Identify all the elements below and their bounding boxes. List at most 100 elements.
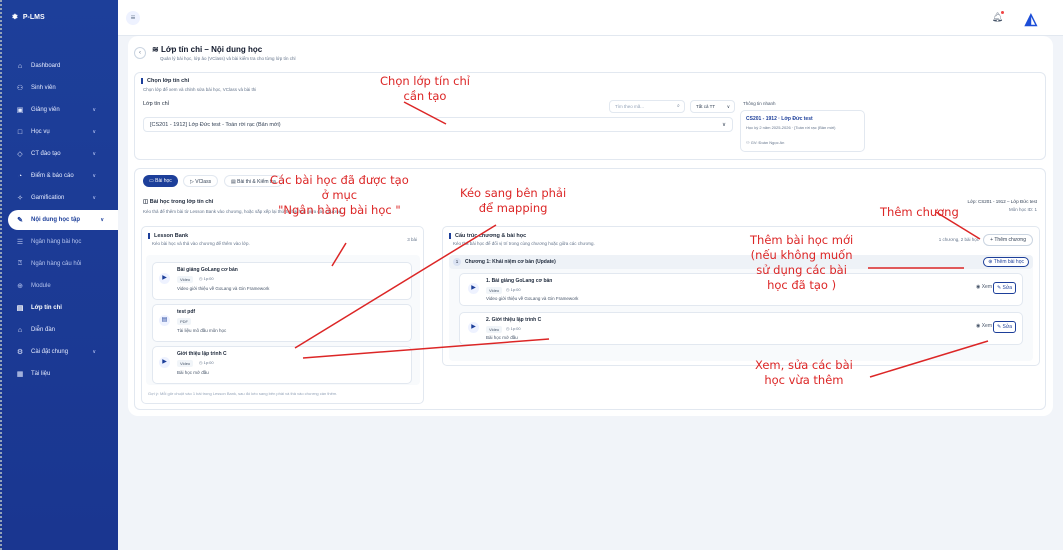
lesson-bank-count: 3 bài: [407, 237, 417, 242]
sidebar-item-module[interactable]: ⊕ Module: [2, 276, 118, 296]
class-select-label: Lớp tín chỉ: [143, 101, 169, 107]
edit-button[interactable]: ✎ Sửa: [992, 282, 1016, 294]
structure-count: 1 chương, 2 bài học: [938, 237, 979, 242]
chapter-structure-panel: Cấu trúc chương & bài học Kéo thả bài họ…: [442, 226, 1040, 366]
chevron-down-icon: ∨: [721, 122, 726, 128]
sidebar-item-gamification[interactable]: ✧ Gamification ∨: [2, 188, 118, 208]
annotation-add-lesson: Thêm bài học mới (nếu không muốn sử dụng…: [750, 233, 854, 292]
search-input[interactable]: Tìm theo mã...: [609, 100, 685, 113]
subject-id: Môn học ID: 1: [1008, 207, 1037, 212]
book-icon: □: [17, 128, 23, 136]
tab-lessons[interactable]: ▭ Bài học: [143, 175, 178, 187]
quick-info-teacher: ⚇ GV: Đoàn Ngọc An: [746, 140, 785, 145]
sidebar-item-grades[interactable]: ◔ Điểm & báo cáo ∨: [2, 166, 118, 186]
home-icon: ⌂: [17, 62, 23, 70]
quick-info-card: CS201 - 1912 · Lớp Đức test Học kỳ 2 năm…: [740, 110, 865, 152]
quick-info-class: CS201 - 1912 · Lớp Đức test: [746, 116, 813, 122]
chapter-title: Chương 1: Khái niệm cơ bản (Update): [465, 259, 556, 265]
clock-icon: ◷ 1p:00: [199, 360, 214, 365]
sidebar-item-learning-content[interactable]: ✎ Nội dung học tập ∨: [8, 210, 118, 230]
pdf-icon: ▤: [159, 315, 170, 326]
logo-icon: ❃: [12, 14, 18, 21]
app-name: P-LMS: [22, 13, 45, 21]
lesson-bank-title: Lesson Bank: [148, 233, 188, 239]
chevron-down-icon: ∨: [92, 195, 96, 201]
bank-lesson-item[interactable]: ▶ Giới thiệu lập trình C Video ◷ 1p:00 B…: [152, 346, 412, 384]
clock-icon: ◷ 1p:00: [506, 287, 521, 292]
quick-info-title: Thông tin nhanh: [743, 101, 776, 106]
annotation-add-chapter: Thêm chương: [880, 205, 959, 219]
app-logo[interactable]: ❃ P-LMS: [2, 0, 118, 34]
topbar: ≡ 🔔︎ ◭: [118, 0, 1063, 36]
sidebar-item-documents[interactable]: ▦ Tài liệu: [2, 364, 118, 384]
gear-icon: ⚙: [16, 349, 24, 356]
page-title: ≋ Lớp tín chỉ – Nội dung học: [152, 45, 263, 54]
sidebar-item-dashboard[interactable]: ⌂ Dashboard: [2, 56, 118, 76]
edit-button[interactable]: ✎ Sửa: [992, 321, 1016, 333]
chapter-block: 1 Chương 1: Khái niệm cơ bản (Update) ⊕ …: [449, 255, 1033, 361]
layers-icon: ≋: [152, 45, 161, 54]
chevron-down-icon: ∨: [92, 129, 96, 135]
class-dropdown[interactable]: [CS201 - 1912] Lớp Đức test - Toán rời r…: [143, 117, 733, 132]
play-icon: ▶: [159, 357, 170, 368]
users-icon: ⚇: [16, 85, 24, 92]
sidebar-item-academic[interactable]: □ Học vụ ∨: [2, 122, 118, 142]
class-select-card: Chọn lớp tín chỉ Chọn lớp để xem và chỉn…: [134, 72, 1046, 160]
add-chapter-button[interactable]: + Thêm chương: [983, 234, 1033, 246]
chevron-down-icon: ∨: [92, 151, 96, 157]
menu-toggle-icon[interactable]: ≡: [126, 11, 140, 25]
back-button[interactable]: ‹: [134, 47, 146, 59]
lessons-section-title: ◫ Bài học trong lớp tín chỉ: [143, 199, 214, 205]
chapter-number: 1: [453, 258, 461, 266]
structure-desc: Kéo thả bài học để đổi vị trí trong cùng…: [453, 241, 595, 246]
book-open-icon: ◫: [143, 199, 150, 205]
sidebar-item-students[interactable]: ⚇ Sinh viên: [2, 78, 118, 98]
view-button[interactable]: ◉ Xem: [976, 323, 992, 329]
bell-icon[interactable]: 🔔︎: [992, 11, 1004, 23]
quick-info-term: Học kỳ 2 năm 2025-2026 · [Toán rời rạc (…: [746, 125, 836, 130]
notification-dot: [1001, 11, 1004, 14]
sidebar-item-curriculum[interactable]: ◇ CT đào tạo ∨: [2, 144, 118, 164]
pen-icon: ✎: [17, 217, 23, 224]
bank-lesson-item[interactable]: ▶ Bài giảng GoLang cơ bản Video ◷ 1p:00 …: [152, 262, 412, 300]
mapped-lesson-item[interactable]: ▶ 2. Giới thiệu lập trình C Video ◷ 1p:0…: [459, 312, 1023, 345]
class-select-title: Chọn lớp tín chỉ: [141, 78, 189, 84]
view-button[interactable]: ◉ Xem: [976, 284, 992, 290]
tab-vclass[interactable]: ▷ VClass: [183, 175, 219, 187]
class-icon: ▤: [16, 305, 24, 312]
forum-icon: ⌂: [17, 326, 23, 334]
bank-lesson-item[interactable]: ▤ test pdf PDF Tài liệu mô đầu môn học: [152, 304, 412, 342]
class-select-desc: Chọn lớp để xem và chỉnh sửa bài học, VC…: [143, 87, 257, 92]
search-icon: ⌕: [677, 103, 680, 109]
annotation-lesson-bank: Các bài học đã được tạo ở mục "Ngân hàng…: [270, 173, 409, 217]
clock-icon: ◷ 1p:00: [199, 276, 214, 281]
status-filter-select[interactable]: Tất cả TT ∨: [690, 100, 735, 113]
chart-icon: ◔: [17, 172, 23, 180]
chevron-down-icon: ∨: [92, 107, 96, 113]
lesson-bank-desc: Kéo bài học và thả vào chương để thêm và…: [152, 241, 250, 246]
chevron-down-icon: ∨: [726, 104, 730, 109]
id-card-icon: ▣: [16, 107, 24, 114]
sidebar-item-teachers[interactable]: ▣ Giảng viên ∨: [2, 100, 118, 120]
document-icon: ▦: [16, 371, 24, 378]
structure-title: Cấu trúc chương & bài học: [449, 233, 526, 239]
sidebar-item-forum[interactable]: ⌂ Diễn đàn: [2, 320, 118, 340]
question-icon: ⍰: [17, 260, 23, 267]
mapped-lesson-item[interactable]: ▶ 1. Bài giảng GoLang cơ bản Video ◷ 1p:…: [459, 273, 1023, 306]
sidebar-item-settings[interactable]: ⚙ Cài đặt chung ∨: [2, 342, 118, 362]
sidebar-item-credit-class[interactable]: ▤ Lớp tín chỉ: [2, 298, 118, 318]
play-icon: ▶: [468, 283, 479, 294]
sparkle-icon: ✧: [17, 195, 23, 202]
brand-logo-icon: ◭: [1024, 11, 1037, 28]
lesson-bank-panel: Lesson Bank Kéo bài học và thả vào chươn…: [141, 226, 424, 404]
sidebar-item-question-bank[interactable]: ⍰ Ngân hàng câu hỏi: [2, 254, 118, 274]
page-subtitle: Quản lý bài học, lớp ảo (VClass) và bài …: [160, 56, 296, 61]
chevron-down-icon: ∨: [92, 349, 96, 355]
lesson-bank-hint: Gợi ý: Mỗi giờ chuột vào 1 bài trong Les…: [148, 391, 338, 396]
sidebar: ❃ P-LMS ⌂ Dashboard ⚇ Sinh viên ▣ Giảng viê…: [0, 0, 118, 550]
chevron-down-icon: ∨: [100, 217, 104, 223]
add-lesson-button[interactable]: ⊕ Thêm bài học: [983, 257, 1029, 267]
sidebar-item-lesson-bank[interactable]: ☰ Ngân hàng bài học: [2, 232, 118, 252]
lesson-bank-list: ▶ Bài giảng GoLang cơ bản Video ◷ 1p:00 …: [146, 255, 420, 385]
play-icon: ▶: [468, 322, 479, 333]
